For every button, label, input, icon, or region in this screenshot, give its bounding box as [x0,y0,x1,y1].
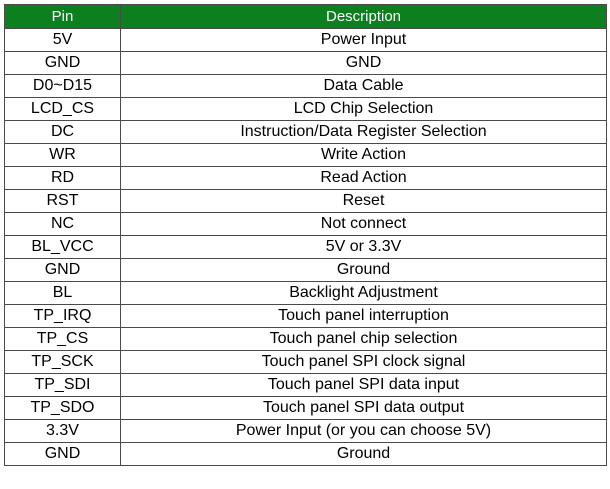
description-cell: Power Input (or you can choose 5V) [120,419,607,443]
description-cell: Touch panel SPI clock signal [120,350,607,374]
table-row: DC Instruction/Data Register Selection [4,120,607,144]
description-cell: Backlight Adjustment [120,281,607,305]
description-cell: Touch panel SPI data input [120,373,607,397]
pin-table: Pin Description 5V Power Input GND GND D… [4,4,607,466]
pin-cell: 3.3V [4,419,121,443]
table-row: 5V Power Input [4,28,607,52]
table-row: GND GND [4,51,607,75]
description-cell: Not connect [120,212,607,236]
pin-cell: GND [4,258,121,282]
table-row: NC Not connect [4,212,607,236]
table-row: RD Read Action [4,166,607,190]
pin-cell: TP_SDI [4,373,121,397]
header-pin: Pin [4,4,121,29]
table-header: Pin Description [4,4,607,29]
table-row: TP_CS Touch panel chip selection [4,327,607,351]
description-cell: Read Action [120,166,607,190]
pin-cell: 5V [4,28,121,52]
pin-cell: TP_SDO [4,396,121,420]
description-cell: 5V or 3.3V [120,235,607,259]
pin-cell: WR [4,143,121,167]
description-cell: Touch panel interruption [120,304,607,328]
table-row: TP_SCK Touch panel SPI clock signal [4,350,607,374]
table-row: 3.3V Power Input (or you can choose 5V) [4,419,607,443]
description-cell: Data Cable [120,74,607,98]
pin-cell: TP_CS [4,327,121,351]
description-cell: Touch panel chip selection [120,327,607,351]
description-cell: Ground [120,258,607,282]
table-row: TP_SDO Touch panel SPI data output [4,396,607,420]
description-cell: GND [120,51,607,75]
description-cell: Instruction/Data Register Selection [120,120,607,144]
pin-table-container: Pin Description 5V Power Input GND GND D… [4,4,607,466]
table-row: RST Reset [4,189,607,213]
pin-cell: D0~D15 [4,74,121,98]
description-cell: Reset [120,189,607,213]
description-cell: Power Input [120,28,607,52]
table-row: LCD_CS LCD Chip Selection [4,97,607,121]
pin-cell: TP_SCK [4,350,121,374]
description-cell: Ground [120,442,607,466]
header-description: Description [120,4,607,29]
table-row: GND Ground [4,442,607,466]
pin-cell: GND [4,51,121,75]
header-row: Pin Description [4,4,607,29]
pin-cell: RST [4,189,121,213]
description-cell: Touch panel SPI data output [120,396,607,420]
table-row: TP_IRQ Touch panel interruption [4,304,607,328]
table-row: WR Write Action [4,143,607,167]
table-row: BL Backlight Adjustment [4,281,607,305]
table-row: D0~D15 Data Cable [4,74,607,98]
pin-cell: DC [4,120,121,144]
pin-cell: RD [4,166,121,190]
pin-cell: BL [4,281,121,305]
pin-cell: TP_IRQ [4,304,121,328]
pin-cell: NC [4,212,121,236]
table-row: TP_SDI Touch panel SPI data input [4,373,607,397]
pin-cell: LCD_CS [4,97,121,121]
table-row: BL_VCC 5V or 3.3V [4,235,607,259]
table-row: GND Ground [4,258,607,282]
description-cell: Write Action [120,143,607,167]
pin-cell: BL_VCC [4,235,121,259]
description-cell: LCD Chip Selection [120,97,607,121]
pin-cell: GND [4,442,121,466]
table-body: 5V Power Input GND GND D0~D15 Data Cable… [4,28,607,466]
